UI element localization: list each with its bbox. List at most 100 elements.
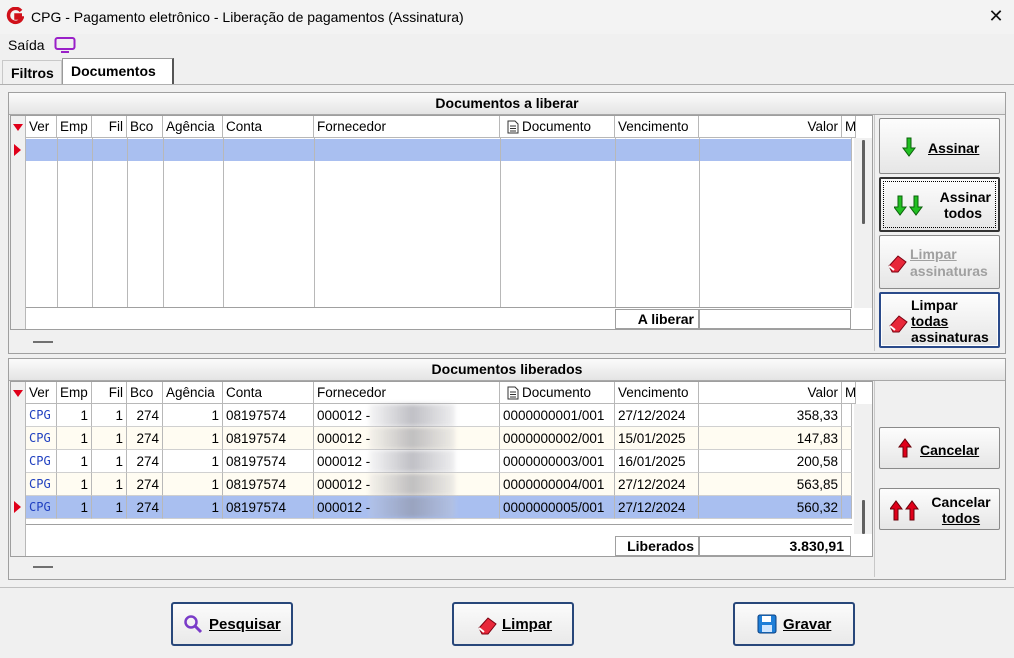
col-valor[interactable]: Valor <box>699 116 842 138</box>
col-fornecedor[interactable]: Fornecedor <box>314 116 500 138</box>
cell-conta[interactable]: 08197574 <box>223 404 314 427</box>
cell-documento[interactable]: 0000000005/001 <box>500 496 615 519</box>
col-bco[interactable]: Bco <box>127 382 163 404</box>
col-bco[interactable]: Bco <box>127 116 163 138</box>
app-logo-icon <box>6 7 24 25</box>
limpar-button[interactable]: Limpar <box>452 602 574 646</box>
cell-emp[interactable]: 1 <box>57 450 92 473</box>
limpar-assinaturas-button[interactable]: Limpar assinaturas <box>879 235 1000 289</box>
col-valor[interactable]: Valor <box>699 382 842 404</box>
cell-emp[interactable]: 1 <box>57 496 92 519</box>
cell-m[interactable] <box>842 450 852 473</box>
scrollbar-thumb[interactable] <box>862 500 865 534</box>
footer-a-liberar-value <box>699 309 851 329</box>
cell-m[interactable] <box>842 496 852 519</box>
col-conta[interactable]: Conta <box>223 382 314 404</box>
cell-bco[interactable]: 274 <box>127 450 163 473</box>
menu-saida[interactable]: Saída <box>8 37 45 53</box>
cell-fil[interactable]: 1 <box>92 450 127 473</box>
cell-bco[interactable]: 274 <box>127 404 163 427</box>
cell-m[interactable] <box>842 473 852 496</box>
cancelar-todos-label-2: todos <box>941 510 981 526</box>
cell-ver[interactable]: CPG <box>26 404 57 427</box>
cell-vencimento[interactable]: 16/01/2025 <box>615 450 699 473</box>
cell-ver[interactable]: CPG <box>26 496 57 519</box>
cell-valor[interactable]: 560,32 <box>699 496 842 519</box>
cell-agencia[interactable]: 1 <box>163 450 223 473</box>
cell-valor[interactable]: 200,58 <box>699 450 842 473</box>
col-vencimento[interactable]: Vencimento <box>615 382 699 404</box>
col-m[interactable]: M <box>842 116 856 138</box>
tab-documentos[interactable]: Documentos <box>62 58 174 85</box>
document-icon <box>507 120 519 134</box>
col-fil[interactable]: Fil <box>92 116 127 138</box>
cell-fil[interactable]: 1 <box>92 473 127 496</box>
vertical-scrollbar[interactable] <box>854 404 872 534</box>
cancelar-button[interactable]: Cancelar <box>879 427 1000 469</box>
assinar-button[interactable]: Assinar <box>879 118 1000 174</box>
col-ver[interactable]: Ver <box>26 382 57 404</box>
cell-bco[interactable]: 274 <box>127 496 163 519</box>
sort-arrow-icon[interactable] <box>13 390 23 397</box>
cell-valor[interactable]: 147,83 <box>699 427 842 450</box>
col-agencia[interactable]: Agência <box>163 382 223 404</box>
cell-conta[interactable]: 08197574 <box>223 450 314 473</box>
col-fornecedor[interactable]: Fornecedor <box>314 382 500 404</box>
cell-bco[interactable]: 274 <box>127 473 163 496</box>
cell-conta[interactable]: 08197574 <box>223 496 314 519</box>
assinar-todos-button[interactable]: Assinar todos <box>879 177 1000 232</box>
col-conta[interactable]: Conta <box>223 116 314 138</box>
scrollbar-thumb[interactable] <box>862 140 865 224</box>
col-fil[interactable]: Fil <box>92 382 127 404</box>
cell-vencimento[interactable]: 27/12/2024 <box>615 404 699 427</box>
vertical-scrollbar[interactable] <box>854 138 872 308</box>
grid-a-liberar[interactable]: Ver Emp Fil Bco Agência Conta Fornecedor… <box>10 115 873 330</box>
cell-emp[interactable]: 1 <box>57 473 92 496</box>
selected-empty-row[interactable] <box>26 139 852 161</box>
cell-vencimento[interactable]: 27/12/2024 <box>615 473 699 496</box>
col-agencia[interactable]: Agência <box>163 116 223 138</box>
cell-agencia[interactable]: 1 <box>163 404 223 427</box>
col-vencimento[interactable]: Vencimento <box>615 116 699 138</box>
h-scroll-indicator[interactable] <box>33 566 53 568</box>
cell-fil[interactable]: 1 <box>92 427 127 450</box>
monitor-icon[interactable] <box>54 37 76 53</box>
cell-ver[interactable]: CPG <box>26 427 57 450</box>
cell-valor[interactable]: 358,33 <box>699 404 842 427</box>
cell-fil[interactable]: 1 <box>92 404 127 427</box>
cell-conta[interactable]: 08197574 <box>223 473 314 496</box>
cell-emp[interactable]: 1 <box>57 404 92 427</box>
cell-documento[interactable]: 0000000002/001 <box>500 427 615 450</box>
cell-bco[interactable]: 274 <box>127 427 163 450</box>
cell-documento[interactable]: 0000000004/001 <box>500 473 615 496</box>
cell-agencia[interactable]: 1 <box>163 496 223 519</box>
limpar-todas-assinaturas-button[interactable]: Limpar todas assinaturas <box>879 292 1000 348</box>
col-emp[interactable]: Emp <box>57 382 92 404</box>
cell-agencia[interactable]: 1 <box>163 427 223 450</box>
grid-liberados[interactable]: Ver Emp Fil Bco Agência Conta Fornecedor… <box>10 381 873 557</box>
cell-agencia[interactable]: 1 <box>163 473 223 496</box>
assinar-todos-label-2: todos <box>943 205 983 221</box>
col-m[interactable]: M <box>842 382 856 404</box>
gravar-button[interactable]: Gravar <box>733 602 855 646</box>
cancelar-todos-button[interactable]: Cancelar todos <box>879 488 1000 530</box>
cell-m[interactable] <box>842 427 852 450</box>
close-icon[interactable]: ✕ <box>986 6 1006 26</box>
sort-arrow-icon[interactable] <box>13 124 23 131</box>
cell-vencimento[interactable]: 15/01/2025 <box>615 427 699 450</box>
cell-m[interactable] <box>842 404 852 427</box>
pesquisar-button[interactable]: Pesquisar <box>171 602 293 646</box>
cell-fil[interactable]: 1 <box>92 496 127 519</box>
cell-vencimento[interactable]: 27/12/2024 <box>615 496 699 519</box>
h-scroll-indicator[interactable] <box>33 341 53 343</box>
cell-ver[interactable]: CPG <box>26 473 57 496</box>
cell-ver[interactable]: CPG <box>26 450 57 473</box>
cell-emp[interactable]: 1 <box>57 427 92 450</box>
cell-conta[interactable]: 08197574 <box>223 427 314 450</box>
col-emp[interactable]: Emp <box>57 116 92 138</box>
cell-documento[interactable]: 0000000003/001 <box>500 450 615 473</box>
cell-documento[interactable]: 0000000001/001 <box>500 404 615 427</box>
col-ver[interactable]: Ver <box>26 116 57 138</box>
tab-filtros[interactable]: Filtros <box>2 60 62 84</box>
cell-valor[interactable]: 563,85 <box>699 473 842 496</box>
